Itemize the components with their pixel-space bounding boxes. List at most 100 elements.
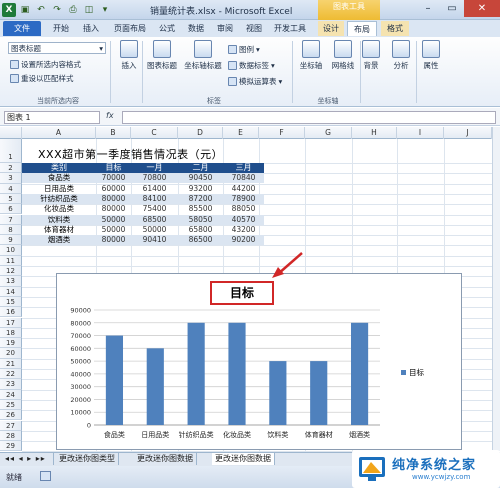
- background-button[interactable]: 背景: [356, 40, 386, 71]
- table-cell[interactable]: 90200: [223, 235, 264, 245]
- chart-bar[interactable]: [105, 335, 124, 425]
- table-cell[interactable]: 50000: [96, 215, 131, 225]
- table-cell[interactable]: 90410: [131, 235, 178, 245]
- tab-design[interactable]: 设计: [318, 21, 344, 36]
- name-box[interactable]: 图表 1: [4, 111, 100, 124]
- table-cell[interactable]: 88050: [223, 204, 264, 214]
- column-header[interactable]: C: [131, 127, 178, 139]
- data-labels-button[interactable]: 数据标签 ▾: [228, 60, 275, 71]
- table-cell[interactable]: 75400: [131, 204, 178, 214]
- tab-page-layout[interactable]: 页面布局: [108, 21, 152, 36]
- table-cell[interactable]: 80000: [96, 235, 131, 245]
- row-header[interactable]: 6: [0, 204, 22, 215]
- row-header[interactable]: 18: [0, 327, 22, 339]
- sheet-tab-2[interactable]: 更改迷你图数据: [134, 453, 197, 465]
- macro-record-icon[interactable]: [40, 471, 51, 481]
- gridlines-button[interactable]: 网格线: [326, 40, 360, 71]
- row-header[interactable]: 20: [0, 348, 22, 359]
- table-cell[interactable]: 体育器材: [22, 225, 96, 235]
- table-cell[interactable]: 饮料类: [22, 215, 96, 225]
- minimize-icon[interactable]: –: [416, 0, 440, 17]
- row-header[interactable]: 28: [0, 430, 22, 442]
- row-header[interactable]: 10: [0, 245, 22, 256]
- chart-bar[interactable]: [269, 361, 287, 425]
- column-header[interactable]: G: [305, 127, 352, 139]
- save-icon[interactable]: ▣: [18, 3, 32, 17]
- formula-input[interactable]: [122, 111, 496, 124]
- table-header-cell[interactable]: 三月: [223, 163, 264, 173]
- column-header[interactable]: H: [352, 127, 397, 139]
- table-cell[interactable]: 78900: [223, 194, 264, 204]
- column-header[interactable]: A: [22, 127, 96, 139]
- fx-icon[interactable]: fx: [106, 111, 114, 120]
- tab-insert[interactable]: 插入: [78, 21, 104, 36]
- row-header[interactable]: 14: [0, 286, 22, 297]
- column-header[interactable]: D: [178, 127, 223, 139]
- table-cell[interactable]: 70800: [131, 173, 178, 183]
- sheet-title[interactable]: XXX超市第一季度销售情况表（元）: [38, 146, 223, 162]
- analysis-button[interactable]: 分析: [386, 40, 416, 71]
- sheet-tab-1[interactable]: 更改迷你图类型: [56, 453, 119, 465]
- tab-data[interactable]: 数据: [183, 21, 209, 36]
- table-cell[interactable]: 40570: [223, 215, 264, 225]
- row-header[interactable]: 29: [0, 441, 22, 451]
- row-header[interactable]: 13: [0, 276, 22, 287]
- row-header[interactable]: 25: [0, 399, 22, 411]
- table-cell[interactable]: 87200: [178, 194, 223, 204]
- table-cell[interactable]: 食品类: [22, 173, 96, 183]
- row-header[interactable]: 3: [0, 173, 22, 184]
- table-cell[interactable]: 70000: [96, 173, 131, 183]
- sheet-nav-buttons[interactable]: ◂◂ ◂ ▸ ▸▸: [2, 453, 54, 465]
- tab-review[interactable]: 审阅: [212, 21, 238, 36]
- row-header[interactable]: 19: [0, 338, 22, 349]
- table-cell[interactable]: 90450: [178, 173, 223, 183]
- table-cell[interactable]: 化妆品类: [22, 204, 96, 214]
- chart-element-dropdown[interactable]: 图表标题 ▾: [8, 42, 106, 54]
- table-cell[interactable]: 50000: [96, 225, 131, 235]
- table-header-cell[interactable]: 二月: [178, 163, 223, 173]
- table-cell[interactable]: 84100: [131, 194, 178, 204]
- customize-qat-icon[interactable]: ▾: [98, 3, 112, 17]
- maximize-icon[interactable]: ▭: [440, 0, 464, 17]
- tab-file[interactable]: 文件: [3, 21, 41, 36]
- row-header[interactable]: 24: [0, 389, 22, 400]
- column-header[interactable]: J: [444, 127, 492, 139]
- row-header[interactable]: 9: [0, 235, 22, 246]
- column-header[interactable]: F: [259, 127, 305, 139]
- chart-title-button[interactable]: 图表标题: [144, 40, 180, 71]
- row-header[interactable]: 16: [0, 307, 22, 318]
- tab-view[interactable]: 视图: [241, 21, 267, 36]
- row-header[interactable]: 2: [0, 163, 22, 174]
- row-header[interactable]: 11: [0, 255, 22, 266]
- row-header[interactable]: 17: [0, 317, 22, 328]
- table-cell[interactable]: 68500: [131, 215, 178, 225]
- preview-icon[interactable]: ◫: [82, 3, 96, 17]
- table-cell[interactable]: 70840: [223, 173, 264, 183]
- row-header[interactable]: 23: [0, 379, 22, 390]
- row-header[interactable]: 21: [0, 358, 22, 369]
- table-header-cell[interactable]: 目标: [96, 163, 131, 173]
- close-icon[interactable]: ✕: [464, 0, 500, 17]
- tab-developer[interactable]: 开发工具: [270, 21, 310, 36]
- redo-icon[interactable]: ↷: [50, 3, 64, 17]
- table-cell[interactable]: 80000: [96, 204, 131, 214]
- tab-format[interactable]: 格式: [381, 21, 409, 36]
- chart-bar[interactable]: [228, 322, 246, 425]
- table-cell[interactable]: 86500: [178, 235, 223, 245]
- table-cell[interactable]: 50000: [131, 225, 178, 235]
- reset-style-button[interactable]: 重设以匹配样式: [10, 73, 74, 84]
- table-cell[interactable]: 80000: [96, 194, 131, 204]
- table-cell[interactable]: 针纺织品类: [22, 194, 96, 204]
- sheet-tab-3[interactable]: 更改迷你图数据: [212, 453, 275, 465]
- excel-logo-icon[interactable]: X: [2, 3, 16, 17]
- table-header-cell[interactable]: 一月: [131, 163, 178, 173]
- axis-titles-button[interactable]: 坐标轴标题: [182, 40, 224, 71]
- column-header[interactable]: I: [397, 127, 444, 139]
- column-header[interactable]: E: [223, 127, 259, 139]
- legend-button[interactable]: 图例 ▾: [228, 44, 260, 55]
- row-header[interactable]: 4: [0, 183, 22, 194]
- chart-bar[interactable]: [187, 322, 205, 425]
- table-cell[interactable]: 61400: [131, 184, 178, 194]
- tab-formulas[interactable]: 公式: [154, 21, 180, 36]
- row-header[interactable]: 26: [0, 410, 22, 421]
